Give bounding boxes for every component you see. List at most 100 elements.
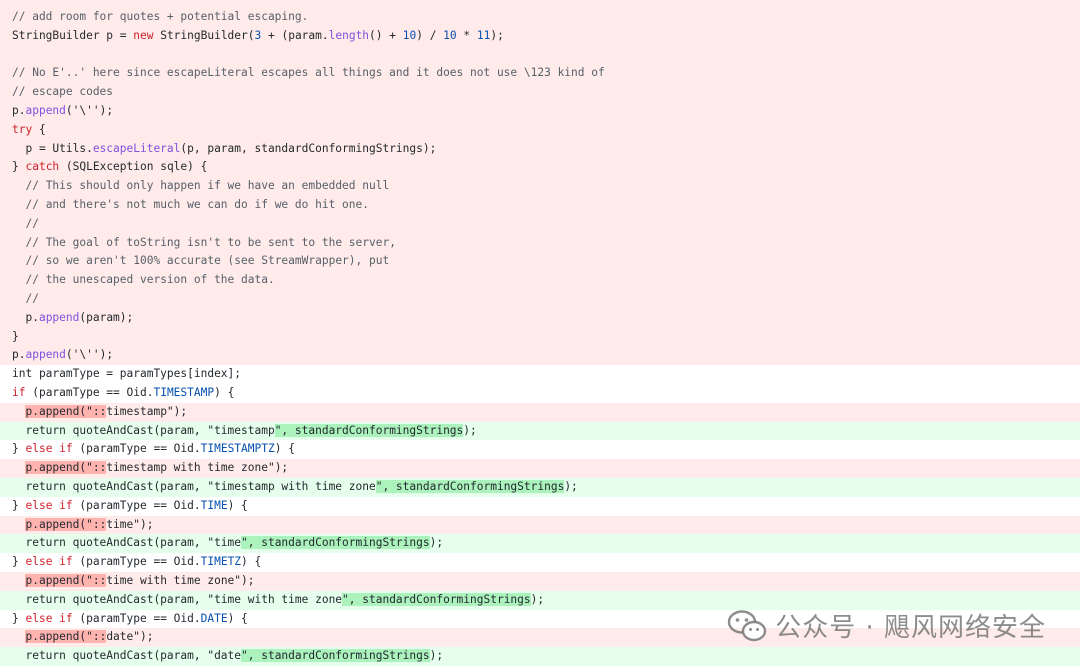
code-line-del: // No E'..' here since escapeLiteral esc… <box>0 64 1080 84</box>
code-line-del: // so we aren't 100% accurate (see Strea… <box>0 252 1080 272</box>
code-token: (p, param, standardConformingStrings); <box>180 141 437 155</box>
code-token: { <box>32 122 46 136</box>
code-token: (paramType == Oid. <box>25 385 154 399</box>
code-token: date"); <box>106 630 154 644</box>
code-token: ) { <box>241 555 262 569</box>
code-token: 10 <box>443 28 457 42</box>
code-line-del: // escape codes <box>0 83 1080 102</box>
code-token: } <box>12 160 26 174</box>
code-line-del: // <box>0 289 1080 309</box>
code-token: 10 <box>402 28 417 42</box>
code-token: ); <box>564 479 578 493</box>
code-token: } <box>12 498 26 512</box>
code-token: (paramType == Oid. <box>72 611 201 625</box>
code-token: return quoteAndCast(param, "timestamp <box>12 423 275 437</box>
code-token: } <box>12 611 26 625</box>
code-line-add: return quoteAndCast(param, "timestamp", … <box>0 421 1080 441</box>
code-token: (paramType == Oid. <box>72 442 201 456</box>
diff-top-padding <box>0 0 1080 8</box>
code-token: (param); <box>79 310 134 324</box>
code-token: time with time zone"); <box>106 573 255 587</box>
code-diff-view: // add room for quotes + potential escap… <box>0 0 1080 670</box>
code-line-del: StringBuilder p = new StringBuilder(3 + … <box>0 26 1080 46</box>
code-token: ) { <box>227 611 248 625</box>
code-token: ) { <box>274 442 295 456</box>
code-token: append <box>38 310 80 324</box>
code-line-del: } catch (SQLException sqle) { <box>0 158 1080 178</box>
code-line-ctx: } else if (paramType == Oid.TIME) { <box>0 496 1080 516</box>
code-token: try <box>12 122 33 136</box>
code-token: ); <box>490 28 504 42</box>
wechat-icon <box>727 609 767 643</box>
code-line-del: p.append('\''); <box>0 101 1080 121</box>
watermark: 公众号 · 飓风网络安全 <box>727 607 1046 644</box>
changed-token: ", standardConformingStrings <box>241 649 430 663</box>
code-token: append <box>25 348 66 362</box>
watermark-text: 公众号 · 飓风网络安全 <box>775 613 1046 643</box>
code-line-del: p.append('\''); <box>0 346 1080 366</box>
changed-token: ", standardConformingStrings <box>342 592 531 606</box>
code-token: // The goal of toString isn't to be sent… <box>25 235 396 249</box>
code-token: ) / <box>416 28 444 42</box>
changed-token: p.append(":: <box>25 630 107 644</box>
code-line-add: return quoteAndCast(param, "timestamp wi… <box>0 477 1080 497</box>
code-line-del: // the unescaped version of the data. <box>0 271 1080 290</box>
code-token: ); <box>429 536 444 550</box>
code-token: return quoteAndCast(param, "date <box>12 649 242 663</box>
code-token: else if <box>25 555 73 569</box>
code-token: // This should only happen if we have an… <box>25 179 390 193</box>
code-token: escapeLiteral <box>92 141 181 155</box>
code-token: } <box>12 329 19 343</box>
changed-token: ", standardConformingStrings <box>274 423 464 437</box>
code-token: length <box>328 28 370 42</box>
code-token: DATE <box>200 611 228 625</box>
changed-token: ", standardConformingStrings <box>375 479 565 493</box>
code-token: else if <box>25 498 73 512</box>
code-token: ); <box>463 423 477 437</box>
code-token: // add room for quotes + potential escap… <box>12 10 309 23</box>
code-line-del: } <box>0 327 1080 347</box>
changed-token: p.append(":: <box>25 517 107 531</box>
code-token: ) { <box>227 498 248 512</box>
code-token: ); <box>429 649 444 663</box>
changed-token: ", standardConformingStrings <box>241 536 430 550</box>
changed-token: p.append(":: <box>25 573 107 587</box>
code-token: TIMESTAMPTZ <box>200 442 275 456</box>
code-line-del: p.append("::timestamp"); <box>0 402 1080 422</box>
code-token: int paramType = paramTypes[index]; <box>12 367 242 381</box>
code-token: ('\''); <box>65 103 114 117</box>
code-line-del: // The goal of toString isn't to be sent… <box>0 233 1080 253</box>
code-token: ) { <box>214 385 235 399</box>
code-line-del: // <box>0 214 1080 234</box>
code-token: 11 <box>476 28 491 42</box>
code-line-del: p.append("::timestamp with time zone"); <box>0 459 1080 478</box>
code-token: (paramType == Oid. <box>72 498 201 512</box>
code-line-del: try { <box>0 120 1080 140</box>
code-token: (paramType == Oid. <box>72 555 201 569</box>
code-token: // <box>25 291 39 305</box>
code-token: else if <box>25 611 73 625</box>
code-token: * <box>456 28 477 42</box>
code-token: timestamp"); <box>106 404 188 418</box>
code-token: StringBuilder p = <box>12 28 134 42</box>
code-line-add: return quoteAndCast(param, "date", stand… <box>0 647 1080 666</box>
code-line-del: p.append("::time"); <box>0 515 1080 535</box>
code-token: } <box>12 555 26 569</box>
code-line-ctx: } else if (paramType == Oid.TIMETZ) { <box>0 553 1080 572</box>
code-token: (SQLException sqle) { <box>59 160 208 174</box>
code-token: StringBuilder( <box>153 28 255 42</box>
code-token: p. <box>12 348 26 362</box>
code-token: TIME <box>200 498 228 512</box>
code-token: if <box>12 385 26 399</box>
code-line-add: return quoteAndCast(param, "time", stand… <box>0 534 1080 554</box>
code-token: // <box>25 216 39 230</box>
code-token: + (param. <box>261 28 329 42</box>
